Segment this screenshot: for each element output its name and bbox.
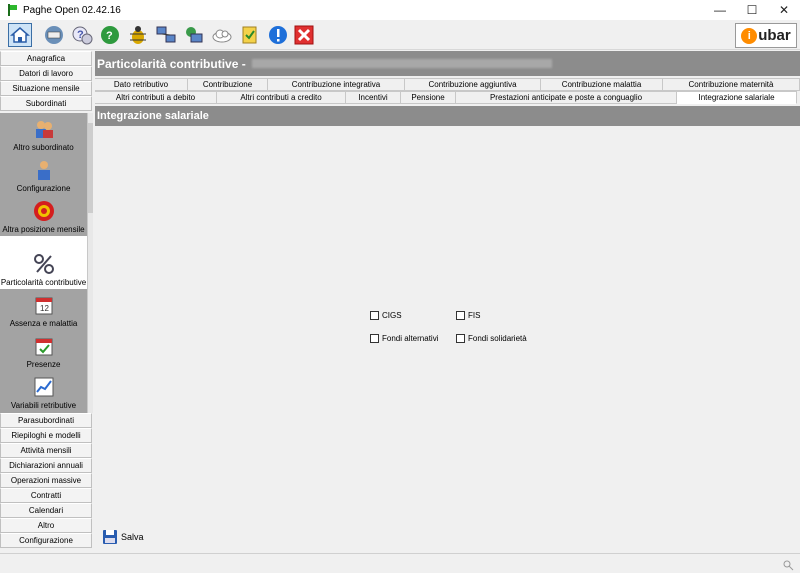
page-title: Particolarità contributive - [97, 56, 246, 71]
calendar-icon: 12 [33, 294, 55, 316]
network-icon[interactable] [42, 23, 66, 47]
page-header: Particolarità contributive - [95, 51, 800, 76]
subordinati-panel: Altro subordinato Configurazione Altra p… [0, 113, 93, 413]
tab-contribuzione-integrativa[interactable]: Contribuzione integrativa [268, 78, 405, 91]
maximize-button[interactable]: ☐ [736, 0, 768, 20]
tab-contribuzione-malattia[interactable]: Contribuzione malattia [541, 78, 663, 91]
cigs-checkbox[interactable]: CIGS [370, 311, 402, 320]
nav-anagrafica[interactable]: Anagrafica [0, 51, 92, 66]
bug-icon[interactable] [126, 23, 150, 47]
sidebar-item-label: Configurazione [16, 184, 71, 193]
sidebar-item-label: Variabili retributive [10, 401, 77, 410]
computers-icon[interactable] [154, 23, 178, 47]
notes-icon[interactable] [238, 23, 262, 47]
tab-contribuzione-aggiuntiva[interactable]: Contribuzione aggiuntiva [405, 78, 541, 91]
nav-riepiloghi-e-modelli[interactable]: Riepiloghi e modelli [0, 428, 92, 443]
sidebar-item-label: Altra posizione mensile [2, 225, 85, 234]
sidebar-scrollbar[interactable] [87, 113, 93, 413]
tab-row-2: Altri contributi a debito Altri contribu… [95, 91, 800, 104]
person-config-icon [33, 159, 55, 181]
floppy-disk-icon [103, 530, 117, 544]
nav-parasubordinati[interactable]: Parasubordinati [0, 413, 92, 428]
sidebar-item-variabili-retributive[interactable]: Variabili retributive [0, 371, 87, 412]
nav-altro[interactable]: Altro [0, 518, 92, 533]
chart-icon [33, 376, 55, 398]
presence-icon [33, 335, 55, 357]
tab-altri-contributi-a-credito[interactable]: Altri contributi a credito [217, 91, 346, 104]
section-title: Integrazione salariale [95, 106, 800, 126]
checkbox-box[interactable] [370, 334, 379, 343]
nav-calendari[interactable]: Calendari [0, 503, 92, 518]
sidebar-item-label: Particolarità contributive [0, 278, 87, 287]
app-flag-icon [8, 4, 18, 16]
people-icon [33, 118, 55, 140]
cloud-icon[interactable] [210, 23, 234, 47]
fondi-solidarieta-checkbox[interactable]: Fondi solidarietà [456, 334, 527, 343]
fondi-alternativi-label: Fondi alternativi [382, 334, 439, 343]
toolbar: ? ? i ubar [0, 20, 800, 50]
title-bar: Paghe Open 02.42.16 — ☐ ✕ [0, 0, 800, 20]
nav-operazioni-massive[interactable]: Operazioni massive [0, 473, 92, 488]
save-button[interactable]: Salva [102, 529, 144, 545]
checkbox-box[interactable] [456, 311, 465, 320]
main-panel: Particolarità contributive - Dato retrib… [95, 51, 800, 553]
exit-icon[interactable] [292, 23, 316, 47]
checkbox-box[interactable] [370, 311, 379, 320]
info-icon[interactable] [266, 23, 290, 47]
window-title: Paghe Open 02.42.16 [23, 4, 121, 16]
nav-situazione-mensile[interactable]: Situazione mensile [0, 81, 92, 96]
sidebar-bottom: Parasubordinati Riepiloghi e modelli Att… [0, 413, 93, 548]
close-button[interactable]: ✕ [768, 0, 800, 20]
sidebar-item-altra-posizione-mensile[interactable]: Altra posizione mensile [0, 195, 87, 236]
nav-configurazione[interactable]: Configurazione [0, 533, 92, 548]
svg-text:12: 12 [40, 304, 49, 313]
sidebar-item-label: Assenza e malattia [9, 319, 78, 328]
nav-datori-di-lavoro[interactable]: Datori di lavoro [0, 66, 92, 81]
percent-icon [33, 253, 55, 275]
fis-checkbox[interactable]: FIS [456, 311, 480, 320]
fondi-solidarieta-label: Fondi solidarietà [468, 334, 527, 343]
fis-label: FIS [468, 311, 481, 320]
minimize-button[interactable]: — [704, 0, 736, 20]
tab-incentivi[interactable]: Incentivi [346, 91, 401, 104]
sidebar-item-configurazione[interactable]: Configurazione [0, 154, 87, 195]
tab-row-1: Dato retributivo Contribuzione Contribuz… [95, 78, 800, 91]
svg-text:?: ? [106, 30, 113, 42]
target-icon [33, 200, 55, 222]
sidebar-item-presenze[interactable]: Presenze [0, 330, 87, 371]
home-icon[interactable] [8, 23, 32, 47]
save-label: Salva [121, 532, 144, 542]
sidebar-item-label: Presenze [26, 360, 61, 369]
logo-text: ubar [758, 27, 791, 44]
nav-attivita-mensili[interactable]: Attività mensili [0, 443, 92, 458]
tab-prestazioni-anticipate[interactable]: Prestazioni anticipate e poste a conguag… [456, 91, 677, 104]
tab-integrazione-salariale[interactable]: Integrazione salariale [677, 91, 797, 104]
sidebar-item-particolarita-contributive[interactable]: Particolarità contributive [0, 236, 87, 289]
tab-dato-retributivo[interactable]: Dato retributivo [95, 78, 188, 91]
tab-altri-contributi-a-debito[interactable]: Altri contributi a debito [95, 91, 217, 104]
tab-contribuzione-maternita[interactable]: Contribuzione maternità [663, 78, 800, 91]
iubar-logo: i ubar [735, 23, 797, 48]
status-bar [0, 553, 800, 573]
help-icon[interactable]: ? [70, 23, 94, 47]
resize-grip-icon[interactable] [782, 559, 794, 571]
scrollbar-thumb[interactable] [88, 123, 93, 213]
sidebar-item-label: Altro subordinato [13, 143, 74, 152]
nav-subordinati[interactable]: Subordinati [0, 96, 92, 111]
sidebar-item-altro-subordinato[interactable]: Altro subordinato [0, 113, 87, 154]
nav-contratti[interactable]: Contratti [0, 488, 92, 503]
checkbox-box[interactable] [456, 334, 465, 343]
nav-dichiarazioni-annuali[interactable]: Dichiarazioni annuali [0, 458, 92, 473]
cigs-label: CIGS [382, 311, 402, 320]
redacted-name [251, 59, 552, 68]
sidebar-item-assenza-e-malattia[interactable]: 12 Assenza e malattia [0, 289, 87, 330]
sync-icon[interactable] [182, 23, 206, 47]
fondi-alternativi-checkbox[interactable]: Fondi alternativi [370, 334, 438, 343]
tab-contribuzione[interactable]: Contribuzione [188, 78, 268, 91]
tab-pensione[interactable]: Pensione [401, 91, 456, 104]
globe-help-icon[interactable]: ? [98, 23, 122, 47]
